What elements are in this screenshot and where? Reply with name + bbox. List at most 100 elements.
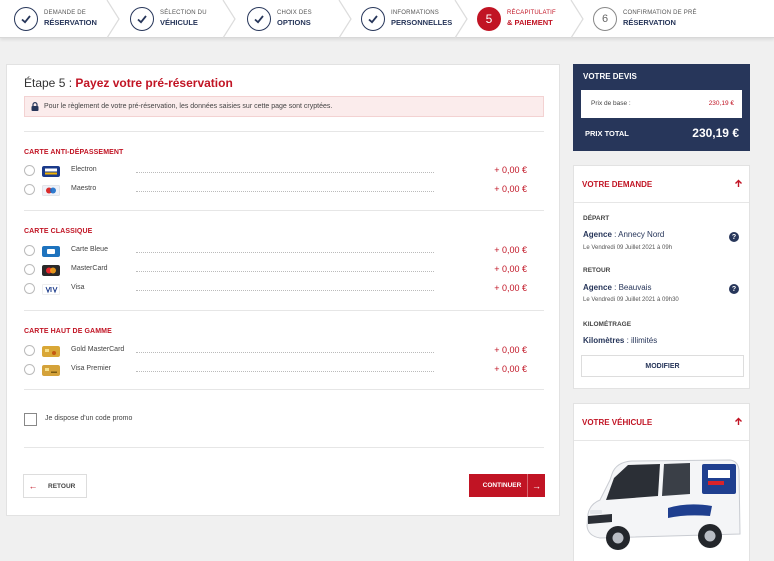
vehicle-title: VOTRE VÉHICULE <box>582 418 653 427</box>
step-number: 6 <box>593 7 617 31</box>
quote-panel: VOTRE DEVIS Prix de base : 230,19 € PRIX… <box>573 64 750 151</box>
agency-value: : Beauvais <box>611 283 652 292</box>
payment-option-mastercard[interactable]: MasterCard + 0,00 € <box>24 264 544 278</box>
step-line2: PERSONNELLES <box>391 18 453 27</box>
back-button[interactable]: ← RETOUR <box>23 474 87 498</box>
check-icon <box>130 7 154 31</box>
check-icon <box>14 7 38 31</box>
mastercard-icon <box>42 265 60 276</box>
retour-agency: Agence : Beauvais <box>583 283 651 292</box>
payment-radio[interactable] <box>24 264 35 275</box>
step-line2: RÉSERVATION <box>44 18 97 27</box>
option-price: + 0,00 € <box>494 264 527 274</box>
payment-option-visa[interactable]: Visa + 0,00 € <box>24 283 544 297</box>
agency-key: Agence <box>583 283 612 292</box>
total-price-label: PRIX TOTAL <box>585 129 629 138</box>
progress-stepper: DEMANDE DE RÉSERVATION SÉLECTION DU VÉHICU… <box>0 0 774 38</box>
visa-icon <box>42 284 60 295</box>
step-line2: OPTIONS <box>277 18 311 27</box>
option-label: Gold MasterCard <box>71 346 125 353</box>
vehicle-panel-header[interactable]: VOTRE VÉHICULE <box>574 404 749 441</box>
retour-heading: RETOUR <box>583 267 611 274</box>
check-icon <box>361 7 385 31</box>
step-line1: RÉCAPITULATIF <box>507 10 556 16</box>
payment-card: Étape 5 : Payez votre pré-réservation Po… <box>6 64 560 516</box>
arrow-right-icon: → <box>527 474 545 497</box>
option-price: + 0,00 € <box>494 184 527 194</box>
modify-button[interactable]: MODIFIER <box>581 355 744 377</box>
arrow-up-icon[interactable] <box>734 179 743 188</box>
lock-icon <box>31 102 39 111</box>
quote-title: VOTRE DEVIS <box>583 72 637 81</box>
kilometrage-value: Kilomètres : illimités <box>583 336 657 345</box>
depart-date: Le Vendredi 09 Juillet 2021 à 09h <box>583 245 673 251</box>
step-line2: & PAIEMENT <box>507 18 553 27</box>
payment-radio[interactable] <box>24 245 35 256</box>
arrow-up-icon[interactable] <box>734 417 743 426</box>
continue-label: CONTINUER <box>482 482 522 489</box>
help-icon[interactable]: ? <box>729 232 739 242</box>
depart-heading: DÉPART <box>583 215 610 222</box>
retour-date: Le Vendredi 09 Juillet 2021 à 09h30 <box>583 297 679 303</box>
km-key: Kilomètres <box>583 336 625 345</box>
back-label: RETOUR <box>48 482 76 490</box>
payment-radio[interactable] <box>24 345 35 356</box>
maestro-icon <box>42 185 60 196</box>
carte-bleue-icon <box>42 246 60 257</box>
request-panel: VOTRE DEMANDE DÉPART Agence : Annecy Nor… <box>573 165 750 389</box>
option-price: + 0,00 € <box>494 364 527 374</box>
continue-button[interactable]: CONTINUER → <box>469 474 545 497</box>
payment-option-carte-bleue[interactable]: Carte Bleue + 0,00 € <box>24 245 544 259</box>
chevron-right-icon <box>106 0 120 38</box>
option-label: Electron <box>71 166 97 173</box>
payment-option-visa-premier[interactable]: Visa Premier + 0,00 € <box>24 364 544 378</box>
divider <box>24 310 544 311</box>
agency-value: : Annecy Nord <box>611 230 665 239</box>
kilometrage-heading: KILOMÉTRAGE <box>583 321 632 328</box>
dotted-leader <box>136 271 434 272</box>
step-line1: CONFIRMATION DE PRÉ <box>623 10 697 16</box>
chevron-right-icon <box>338 0 352 38</box>
payment-option-maestro[interactable]: Maestro + 0,00 € <box>24 184 544 198</box>
divider <box>24 389 544 390</box>
chevron-right-icon <box>454 0 468 38</box>
arrow-left-icon: ← <box>28 481 38 491</box>
promo-checkbox[interactable] <box>24 413 37 426</box>
option-label: Maestro <box>71 185 97 192</box>
van-image <box>586 459 741 550</box>
agency-key: Agence <box>583 230 612 239</box>
step-line2: RÉSERVATION <box>623 18 676 27</box>
payment-option-gold-mastercard[interactable]: Gold MasterCard + 0,00 € <box>24 345 544 359</box>
option-label: Carte Bleue <box>71 246 108 253</box>
section-title: CARTE HAUT DE GAMME <box>24 328 112 335</box>
dotted-leader <box>136 352 434 353</box>
payment-radio[interactable] <box>24 364 35 375</box>
chevron-right-icon <box>222 0 236 38</box>
title-prefix: Étape 5 : <box>24 76 76 90</box>
visa-premier-icon <box>42 365 60 376</box>
chevron-right-icon <box>570 0 584 38</box>
dotted-leader <box>136 371 434 372</box>
divider <box>24 447 544 448</box>
payment-radio[interactable] <box>24 184 35 195</box>
option-label: Visa Premier <box>71 365 111 372</box>
option-label: MasterCard <box>71 265 108 272</box>
title-highlight: Payez votre pré-réservation <box>75 76 233 90</box>
step-line1: DEMANDE DE <box>44 10 87 16</box>
payment-radio[interactable] <box>24 165 35 176</box>
depart-agency: Agence : Annecy Nord <box>583 230 664 239</box>
request-panel-header[interactable]: VOTRE DEMANDE <box>574 166 749 203</box>
base-price-box: Prix de base : 230,19 € <box>581 90 742 118</box>
gold-mastercard-icon <box>42 346 60 357</box>
section-title: CARTE CLASSIQUE <box>24 228 93 235</box>
payment-option-electron[interactable]: Electron + 0,00 € <box>24 165 544 179</box>
dotted-leader <box>136 191 434 192</box>
base-price-value: 230,19 € <box>708 100 734 107</box>
step-line1: INFORMATIONS <box>391 10 439 16</box>
payment-radio[interactable] <box>24 283 35 294</box>
step-line1: CHOIX DES <box>277 10 312 16</box>
dotted-leader <box>136 252 434 253</box>
visa-electron-icon <box>42 166 60 177</box>
notice-text: Pour le règlement de votre pré-réservati… <box>44 103 333 110</box>
help-icon[interactable]: ? <box>729 284 739 294</box>
